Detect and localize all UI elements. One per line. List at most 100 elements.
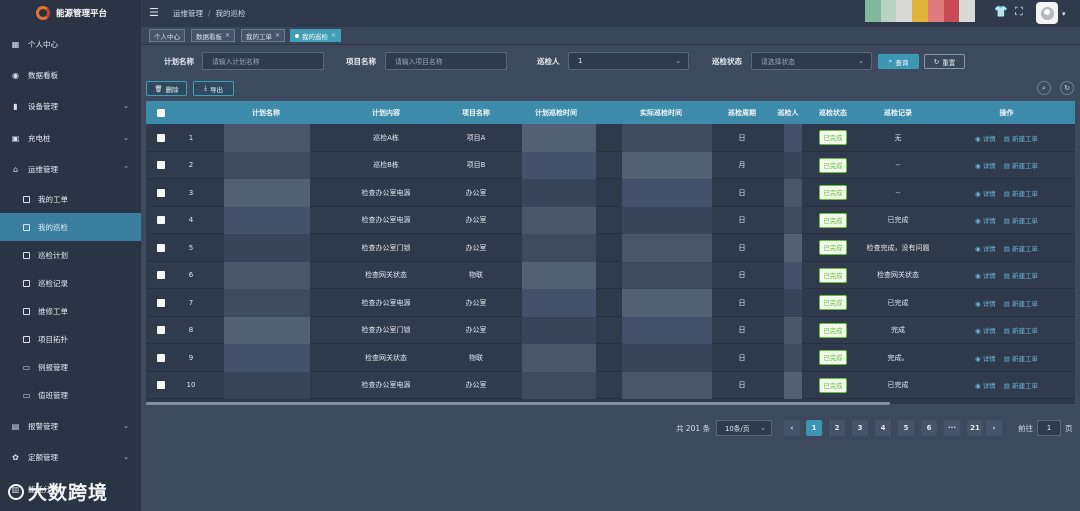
project-name: 项目A <box>466 133 486 142</box>
status-select[interactable]: 请选择状态 ⌄ <box>751 52 872 70</box>
detail-link[interactable]: ◉ 详情 <box>975 215 996 225</box>
inspector-select[interactable]: 1 ⌄ <box>568 52 689 70</box>
table-row[interactable]: 10 检查办公室电源 办公室 日 已完成 已完成 ◉ 详情 ▤ 新建工单 <box>146 371 1075 399</box>
sidebar-item-my-inspections[interactable]: 我的巡检 <box>0 213 141 241</box>
next-page-button[interactable]: › <box>986 420 1002 436</box>
col-project-name: 项目名称 <box>462 108 490 117</box>
mosaic-block <box>912 0 928 22</box>
new-ticket-link[interactable]: ▤ 新建工单 <box>1004 325 1038 335</box>
copy-icon: ▤ <box>11 421 20 431</box>
sidebar-item-duty-management[interactable]: ▭ 值班管理 <box>0 381 141 409</box>
page-button[interactable]: 3 <box>852 420 868 436</box>
horizontal-scrollbar[interactable] <box>146 402 890 405</box>
new-ticket-link[interactable]: ▤ 新建工单 <box>1004 380 1038 390</box>
row-checkbox[interactable] <box>157 133 165 142</box>
sidebar-item-quota-management[interactable]: ✿ 定额管理 ⌄ <box>0 443 141 471</box>
page-button[interactable]: 21 <box>967 420 983 436</box>
menu-toggle-icon[interactable]: ☰ <box>149 6 159 19</box>
row-checkbox[interactable] <box>157 271 165 280</box>
close-icon[interactable]: × <box>331 32 336 39</box>
row-checkbox[interactable] <box>157 326 165 335</box>
shirt-icon[interactable]: 👕 <box>994 5 1008 18</box>
page-size-select[interactable]: 10条/页 ⌄ <box>716 420 772 436</box>
prev-page-button[interactable]: ‹ <box>784 420 800 436</box>
row-checkbox[interactable] <box>157 161 165 170</box>
row-checkbox[interactable] <box>157 216 165 225</box>
new-ticket-link[interactable]: ▤ 新建工单 <box>1004 353 1038 363</box>
table-row[interactable]: 5 检查办公室门锁 办公室 日 已完成 检查完成，没有问题 ◉ 详情 ▤ 新建工单 <box>146 234 1075 262</box>
sidebar-item-my-tickets[interactable]: 我的工单 <box>0 185 141 213</box>
table-row[interactable]: 1 巡检A栋 项目A 日 已完成 无 ◉ 详情 ▤ 新建工单 <box>146 124 1075 152</box>
caret-down-icon[interactable]: ▾ <box>1062 10 1066 18</box>
table-row[interactable]: 4 检查办公室电源 办公室 日 已完成 已完成 ◉ 详情 ▤ 新建工单 <box>146 206 1075 234</box>
close-icon[interactable]: × <box>225 32 230 39</box>
row-checkbox[interactable] <box>157 353 165 362</box>
fullscreen-icon[interactable]: ⛶ <box>1015 5 1023 19</box>
table-row[interactable]: 8 检查办公室门锁 办公室 日 已完成 完成 ◉ 详情 ▤ 新建工单 <box>146 316 1075 344</box>
row-checkbox[interactable] <box>157 381 165 390</box>
tag-my-tickets[interactable]: 我的工单 × <box>241 29 286 42</box>
detail-link[interactable]: ◉ 详情 <box>975 133 996 143</box>
new-ticket-link[interactable]: ▤ 新建工单 <box>1004 160 1038 170</box>
search-toggle-icon[interactable]: ⌕ <box>1037 81 1051 95</box>
page-button[interactable]: 5 <box>898 420 914 436</box>
sidebar-item-charging[interactable]: ▣ 充电桩 ⌄ <box>0 124 141 152</box>
export-button[interactable]: ⤓ 导出 <box>193 81 234 96</box>
page-button[interactable]: 1 <box>806 420 822 436</box>
table-row[interactable]: 7 检查办公室电源 办公室 日 已完成 已完成 ◉ 详情 ▤ 新建工单 <box>146 289 1075 317</box>
detail-link[interactable]: ◉ 详情 <box>975 270 996 280</box>
sidebar-item-profile[interactable]: ▦ 个人中心 <box>0 30 141 58</box>
page-button[interactable]: 6 <box>921 420 937 436</box>
detail-link[interactable]: ◉ 详情 <box>975 298 996 308</box>
table-row[interactable]: 6 检查网关状态 物联 日 已完成 检查网关状态 ◉ 详情 ▤ 新建工单 <box>146 261 1075 289</box>
new-ticket-link[interactable]: ▤ 新建工单 <box>1004 298 1038 308</box>
detail-link[interactable]: ◉ 详情 <box>975 160 996 170</box>
page-button[interactable]: ··· <box>944 420 960 436</box>
sidebar-item-repair-tickets[interactable]: 维修工单 <box>0 297 141 325</box>
tag-profile[interactable]: 个人中心 <box>149 29 185 42</box>
new-ticket-link[interactable]: ▤ 新建工单 <box>1004 270 1038 280</box>
page-button[interactable]: 4 <box>875 420 891 436</box>
new-ticket-link[interactable]: ▤ 新建工单 <box>1004 243 1038 253</box>
new-ticket-link[interactable]: ▤ 新建工单 <box>1004 133 1038 143</box>
breadcrumb-item[interactable]: 运维管理 <box>173 9 203 18</box>
sidebar-item-dashboard[interactable]: ◉ 数据看板 <box>0 61 141 89</box>
project-name-input[interactable]: 请输入项目名称 <box>385 52 507 70</box>
row-checkbox[interactable] <box>157 243 165 252</box>
detail-link[interactable]: ◉ 详情 <box>975 380 996 390</box>
sidebar-item-inspection-records[interactable]: 巡检记录 <box>0 269 141 297</box>
reset-button[interactable]: ↻ 重置 <box>924 54 965 69</box>
sidebar-item-devices[interactable]: ▮ 设备管理 ⌄ <box>0 92 141 120</box>
redacted-plan-name <box>224 261 310 289</box>
select-all-checkbox[interactable] <box>157 108 165 117</box>
status-badge: 已完成 <box>818 377 848 393</box>
project-name: 办公室 <box>465 326 487 335</box>
page-button[interactable]: 2 <box>829 420 845 436</box>
sidebar-item-alarm-management[interactable]: ▤ 报警管理 ⌄ <box>0 412 141 440</box>
table-row[interactable]: 9 检查网关状态 物联 日 已完成 完成。 ◉ 详情 ▤ 新建工单 <box>146 344 1075 372</box>
sidebar-item-inspection-plan[interactable]: 巡检计划 <box>0 241 141 269</box>
new-ticket-link[interactable]: ▤ 新建工单 <box>1004 215 1038 225</box>
table-row[interactable]: 3 检查办公室电源 办公室 日 已完成 -- ◉ 详情 ▤ 新建工单 <box>146 179 1075 207</box>
table-row[interactable]: 2 巡检B栋 项目B 月 已完成 -- ◉ 详情 ▤ 新建工单 <box>146 151 1075 179</box>
active-dot-icon <box>295 33 299 38</box>
detail-link[interactable]: ◉ 详情 <box>975 353 996 363</box>
delete-button[interactable]: 🗑 删除 <box>146 81 187 96</box>
search-button[interactable]: ⌕ 查询 <box>878 54 919 69</box>
detail-link[interactable]: ◉ 详情 <box>975 188 996 198</box>
detail-link[interactable]: ◉ 详情 <box>975 325 996 335</box>
close-icon[interactable]: × <box>275 32 280 39</box>
new-ticket-link[interactable]: ▤ 新建工单 <box>1004 188 1038 198</box>
sidebar-item-operations[interactable]: ⌂ 运维管理 ⌃ <box>0 155 141 183</box>
sidebar-item-report-management[interactable]: ▭ 例报管理 <box>0 353 141 381</box>
plan-name-input[interactable]: 请输入计划名称 <box>202 52 324 70</box>
tag-dashboard[interactable]: 数据看板 × <box>191 29 236 42</box>
row-checkbox[interactable] <box>157 188 165 197</box>
goto-page-input[interactable]: 1 <box>1037 420 1061 436</box>
detail-link[interactable]: ◉ 详情 <box>975 243 996 253</box>
sidebar-item-project-topology[interactable]: 项目拓扑 <box>0 325 141 353</box>
avatar[interactable] <box>1036 2 1058 24</box>
row-checkbox[interactable] <box>157 298 165 307</box>
tag-my-inspections[interactable]: 我的巡检 × <box>290 29 342 42</box>
refresh-icon[interactable]: ↻ <box>1060 81 1074 95</box>
